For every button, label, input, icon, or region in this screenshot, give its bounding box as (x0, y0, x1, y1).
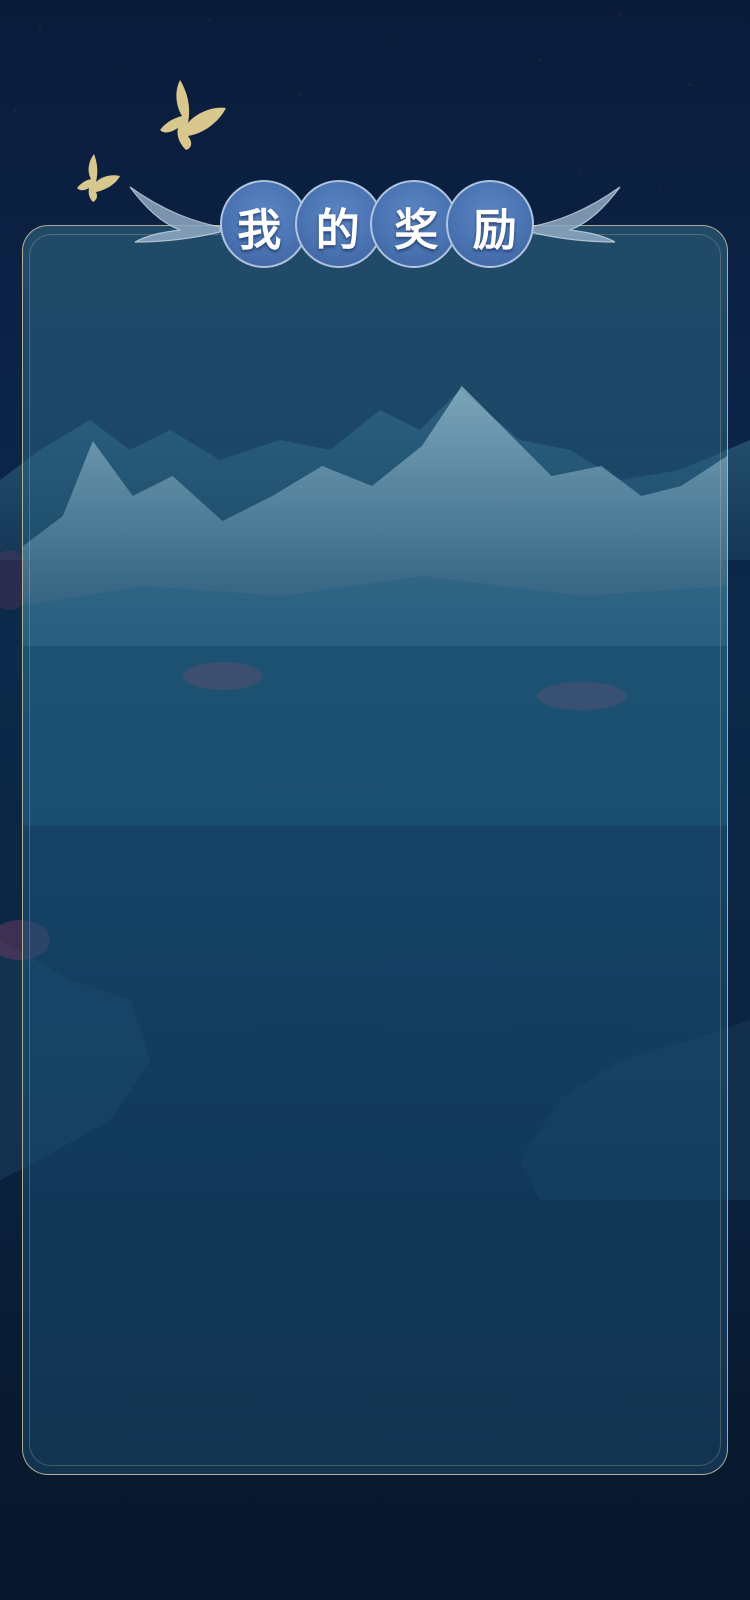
wing-icon-right (529, 186, 621, 243)
wing-icon-left (129, 186, 221, 243)
rewards-panel (22, 225, 728, 1475)
title-char: 我 (237, 205, 282, 256)
butterfly-icon-large (160, 80, 226, 150)
page-title: 我 的 奖 励 (220, 194, 534, 258)
title-char: 励 (472, 205, 517, 256)
panel-mountain-scenery (23, 386, 727, 826)
title-char: 的 (315, 205, 360, 256)
title-char: 奖 (394, 205, 439, 256)
butterfly-icon-small (77, 154, 120, 202)
